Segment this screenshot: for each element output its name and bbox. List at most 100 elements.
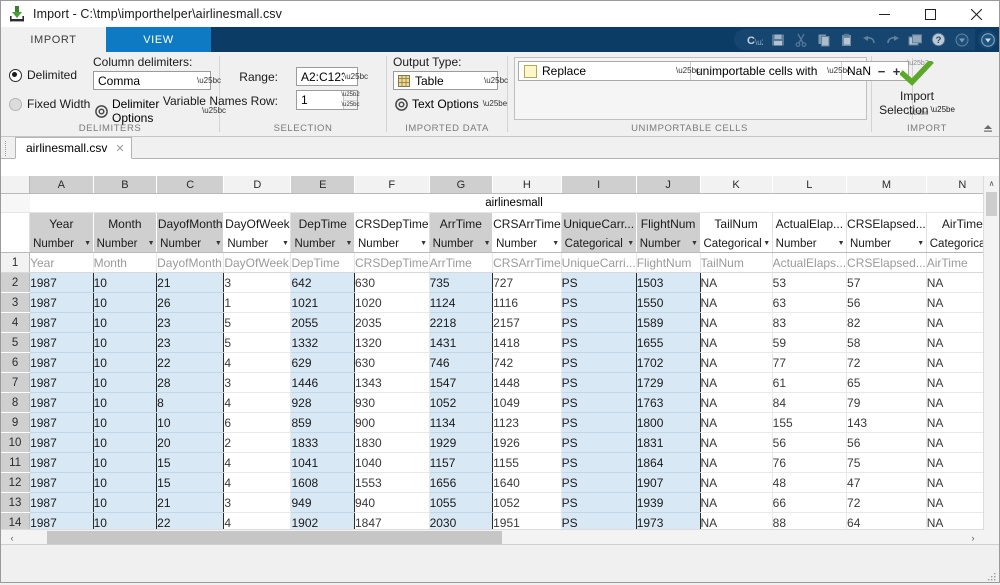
cell[interactable]: 20 [156, 432, 225, 453]
cell[interactable]: 10 [92, 352, 158, 373]
cell[interactable]: NA [700, 272, 773, 293]
redo-icon[interactable] [882, 30, 903, 49]
range-select[interactable]: A2:C123... \u25bc [296, 67, 368, 86]
cell[interactable]: 1055 [428, 492, 494, 513]
cell[interactable]: 1907 [635, 472, 701, 493]
cell[interactable]: 1800 [635, 412, 701, 433]
variable-name-F[interactable]: CRSDepTime [354, 212, 430, 235]
cell[interactable]: 1987 [29, 292, 94, 313]
cell[interactable]: 47 [846, 472, 927, 493]
variable-type-E[interactable]: Number ▼ [290, 235, 355, 253]
cell[interactable]: 2 [223, 432, 292, 453]
chevron-down-icon[interactable]: ▼ [916, 240, 926, 247]
unimportable-target-select[interactable]: unimportable cells with \u25bc [691, 62, 851, 80]
cell[interactable]: 1640 [492, 472, 562, 493]
cell[interactable]: 10 [92, 472, 158, 493]
output-type-select[interactable]: Table \u25bc [393, 71, 508, 90]
cell[interactable]: FlightNum [636, 252, 701, 273]
row-header-8[interactable]: 8 [1, 392, 31, 413]
chevron-down-icon[interactable]: ▼ [762, 240, 772, 247]
variable-type-B[interactable]: Number ▼ [93, 235, 158, 253]
cell[interactable]: PS [560, 452, 637, 473]
cell[interactable]: 1833 [290, 432, 355, 453]
cell[interactable]: 56 [846, 432, 927, 453]
column-header-H[interactable]: H [492, 176, 562, 194]
cell[interactable]: PS [560, 392, 637, 413]
variable-type-K[interactable]: Categorical ▼ [700, 235, 773, 253]
cell[interactable]: NA [700, 292, 773, 313]
tab-view[interactable]: VIEW [106, 27, 211, 52]
vertical-scroll-thumb[interactable] [986, 192, 997, 216]
row-header-13[interactable]: 13 [1, 492, 31, 513]
chevron-down-icon[interactable]: ▼ [213, 240, 223, 247]
cell[interactable]: 58 [846, 332, 927, 353]
row-header-6[interactable]: 6 [1, 352, 31, 373]
cell[interactable]: 5 [223, 312, 292, 333]
row-header-5[interactable]: 5 [1, 332, 31, 353]
cell[interactable]: 23 [156, 332, 225, 353]
cell[interactable]: 59 [772, 332, 848, 353]
cell[interactable]: NA [700, 332, 773, 353]
cell[interactable]: 1550 [635, 292, 701, 313]
cell[interactable]: 10 [92, 412, 158, 433]
stepper-down-icon[interactable]: \u25bc [342, 100, 360, 109]
cell[interactable]: 10 [92, 292, 158, 313]
row-header-4[interactable]: 4 [1, 312, 31, 333]
cell[interactable]: 949 [290, 492, 355, 513]
unimportable-action-select[interactable]: Replace \u25bc [519, 62, 700, 80]
help-icon[interactable]: ? [928, 30, 949, 49]
cell[interactable]: 746 [428, 352, 494, 373]
cell[interactable]: 1418 [492, 332, 562, 353]
horizontal-scroll-track[interactable] [23, 531, 962, 544]
cell[interactable]: 15 [156, 452, 225, 473]
cell[interactable]: 53 [772, 272, 848, 293]
cell[interactable]: 1656 [428, 472, 494, 493]
cell[interactable]: NA [700, 392, 773, 413]
data-grid[interactable]: A B C D E F G H I J K L M Nairlinesmall Year Month Dayof… [1, 176, 999, 582]
cell[interactable]: 1124 [428, 292, 494, 313]
variable-name-E[interactable]: DepTime [290, 212, 355, 235]
variable-name-D[interactable]: DayOfWeek [223, 212, 292, 235]
variable-name-L[interactable]: ActualElap... [772, 212, 848, 235]
variable-name-J[interactable]: FlightNum [636, 212, 701, 235]
cell[interactable]: 1553 [354, 472, 430, 493]
tab-drag-grip[interactable] [5, 141, 12, 156]
cell[interactable]: 21 [156, 492, 225, 513]
quick-access-dropdown-icon[interactable] [951, 30, 972, 49]
horizontal-scrollbar[interactable]: ‹ › [1, 529, 984, 545]
chevron-down-icon[interactable]: ▼ [280, 240, 290, 247]
variable-name-B[interactable]: Month [93, 212, 158, 235]
cell[interactable]: 23 [156, 312, 225, 333]
cell[interactable]: 6 [223, 412, 292, 433]
cell[interactable]: 1864 [635, 452, 701, 473]
cell[interactable]: 10 [92, 452, 158, 473]
cell[interactable]: 1831 [635, 432, 701, 453]
row-header-12[interactable]: 12 [1, 472, 31, 493]
ribbon-expand-icon[interactable] [978, 30, 997, 49]
cell[interactable]: 2035 [354, 312, 430, 333]
cell[interactable]: 928 [290, 392, 355, 413]
cell[interactable]: 1052 [428, 392, 494, 413]
cell[interactable]: 10 [92, 312, 158, 333]
variable-type-A[interactable]: Number ▼ [29, 235, 94, 253]
column-header-G[interactable]: G [429, 176, 494, 194]
cell[interactable]: 75 [846, 452, 927, 473]
stepper-up-icon[interactable]: \u25b2 [341, 91, 360, 101]
cell[interactable]: NA [700, 372, 773, 393]
cell[interactable]: PS [560, 492, 637, 513]
cell[interactable]: CRSArrTime [492, 252, 562, 273]
cell[interactable]: TailNum [700, 252, 773, 273]
cell[interactable]: 930 [354, 392, 430, 413]
cell[interactable]: 5 [223, 332, 292, 353]
cell[interactable]: 859 [290, 412, 355, 433]
cell[interactable]: 57 [846, 272, 927, 293]
variable-type-C[interactable]: Number ▼ [156, 235, 225, 253]
cell[interactable]: 48 [772, 472, 848, 493]
cell[interactable]: 10 [92, 272, 158, 293]
cell[interactable]: 155 [772, 412, 848, 433]
cell[interactable]: 727 [492, 272, 562, 293]
vertical-scrollbar[interactable]: ∧ ∨ [983, 176, 999, 567]
cell[interactable]: 1320 [354, 332, 430, 353]
chevron-down-icon[interactable]: ▼ [146, 240, 156, 247]
cell[interactable]: 1987 [29, 452, 94, 473]
